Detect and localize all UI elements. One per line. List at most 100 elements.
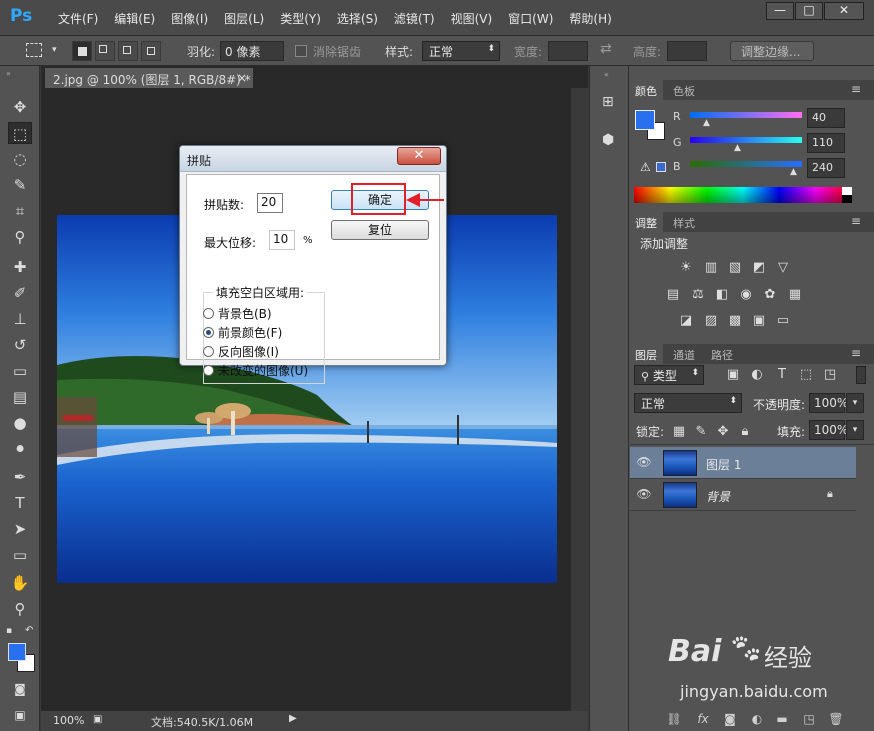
- swap-icon[interactable]: ⇄: [600, 41, 612, 57]
- panel-menu-icon[interactable]: ≡: [851, 346, 861, 360]
- lasso-tool-icon[interactable]: ◌: [8, 148, 32, 170]
- antialias-checkbox[interactable]: [295, 45, 307, 57]
- dodge-tool-icon[interactable]: ⚫: [8, 438, 32, 460]
- close-window-button[interactable]: ✕: [824, 2, 864, 20]
- color-spectrum-bar[interactable]: [634, 187, 852, 203]
- lock-position-icon[interactable]: ✥: [714, 424, 732, 440]
- refine-edge-button[interactable]: 调整边缘...: [730, 41, 814, 61]
- default-colors-icon[interactable]: ▪: [6, 626, 12, 636]
- restore-button[interactable]: □: [795, 2, 823, 20]
- spectrum-white[interactable]: [842, 187, 852, 195]
- max-offset-input[interactable]: 10: [269, 230, 295, 250]
- quick-mask-icon[interactable]: ◙: [8, 678, 32, 700]
- dialog-titlebar[interactable]: 拼贴 ✕: [180, 146, 446, 172]
- green-slider[interactable]: [690, 137, 802, 143]
- filter-pixel-icon[interactable]: ▣: [724, 367, 742, 383]
- crop-tool-icon[interactable]: ⌗: [8, 200, 32, 222]
- screen-mode-icon[interactable]: ▣: [8, 704, 32, 726]
- eraser-tool-icon[interactable]: ▭: [8, 360, 32, 382]
- gradient-tool-icon[interactable]: ▤: [8, 386, 32, 408]
- tiles-input[interactable]: 20: [257, 193, 283, 213]
- tab-paths[interactable]: 路径: [705, 344, 739, 364]
- close-tab-icon[interactable]: ×: [237, 71, 247, 85]
- lock-pixels-icon[interactable]: ✎: [692, 424, 710, 440]
- zoom-level[interactable]: 100%: [53, 714, 84, 727]
- channel-mixer-icon[interactable]: ✿: [761, 287, 779, 303]
- healing-brush-tool-icon[interactable]: ✚: [8, 256, 32, 278]
- visibility-eye-icon[interactable]: 👁︎: [636, 455, 652, 471]
- red-value-input[interactable]: 40: [807, 108, 845, 128]
- blue-value-input[interactable]: 240: [807, 158, 845, 178]
- layer-name[interactable]: 背景: [706, 488, 730, 505]
- reset-button[interactable]: 复位: [331, 220, 429, 240]
- collapse-icon[interactable]: «: [604, 70, 609, 79]
- tab-styles[interactable]: 样式: [667, 212, 701, 232]
- style-select[interactable]: 正常 ⬍: [422, 41, 500, 61]
- gradient-map-icon[interactable]: ▭: [774, 313, 792, 329]
- chevron-down-icon[interactable]: ▾: [846, 393, 864, 413]
- filter-type-icon[interactable]: T: [773, 367, 791, 383]
- layer-row[interactable]: 👁︎ 背景 🔒︎: [630, 479, 856, 511]
- shape-tool-icon[interactable]: ▭: [8, 544, 32, 566]
- slider-thumb-icon[interactable]: ▲: [790, 167, 797, 177]
- path-select-tool-icon[interactable]: ➤: [8, 518, 32, 540]
- quick-select-tool-icon[interactable]: ✎: [8, 174, 32, 196]
- subtract-selection-button[interactable]: [118, 41, 138, 61]
- status-info-icon[interactable]: ▣: [93, 714, 102, 725]
- curves-icon[interactable]: ▧: [726, 260, 744, 276]
- tab-layers[interactable]: 图层: [629, 344, 663, 364]
- menu-help[interactable]: 帮助(H): [561, 10, 619, 27]
- vertical-scrollbar[interactable]: [571, 88, 588, 711]
- menu-window[interactable]: 窗口(W): [500, 10, 561, 27]
- history-brush-tool-icon[interactable]: ↺: [8, 334, 32, 356]
- layer-name[interactable]: 图层 1: [706, 456, 741, 473]
- photo-filter-icon[interactable]: ◉: [737, 287, 755, 303]
- width-input[interactable]: [548, 41, 588, 61]
- threshold-icon[interactable]: ▩: [726, 313, 744, 329]
- chevron-down-icon[interactable]: ▾: [846, 420, 864, 440]
- tab-adjustments[interactable]: 调整: [629, 212, 663, 232]
- filter-toggle[interactable]: [856, 366, 866, 384]
- move-tool-icon[interactable]: ✥: [8, 96, 32, 118]
- spectrum-black[interactable]: [842, 195, 852, 203]
- blend-mode-select[interactable]: 正常 ⬍: [634, 393, 742, 413]
- clone-stamp-tool-icon[interactable]: ⊥: [8, 308, 32, 330]
- blue-slider[interactable]: [690, 161, 802, 167]
- marquee-tool-icon[interactable]: ⬚: [8, 122, 32, 144]
- lock-transparent-icon[interactable]: ▦: [670, 424, 688, 440]
- chevron-down-icon[interactable]: ▾: [52, 45, 57, 55]
- filter-adjustment-icon[interactable]: ◐: [748, 367, 766, 383]
- color-balance-icon[interactable]: ⚖: [689, 287, 707, 303]
- black-white-icon[interactable]: ◧: [713, 287, 731, 303]
- lock-all-icon[interactable]: 🔒︎: [736, 424, 754, 440]
- panel-menu-icon[interactable]: ≡: [851, 214, 861, 228]
- panel-menu-icon[interactable]: ≡: [851, 82, 861, 96]
- opacity-input[interactable]: 100%: [809, 393, 848, 413]
- dialog-close-button[interactable]: ✕: [397, 147, 441, 165]
- filter-smart-object-icon[interactable]: ◳: [821, 367, 839, 383]
- menu-edit[interactable]: 编辑(E): [106, 10, 163, 27]
- tab-swatches[interactable]: 色板: [667, 80, 701, 100]
- fill-foreground-radio[interactable]: [203, 327, 214, 338]
- selective-color-icon[interactable]: ▣: [750, 313, 768, 329]
- fill-inverse-radio[interactable]: [203, 346, 214, 357]
- green-value-input[interactable]: 110: [807, 133, 845, 153]
- history-panel-icon[interactable]: ⊞: [602, 94, 614, 110]
- invert-icon[interactable]: ◪: [677, 313, 695, 329]
- brush-tool-icon[interactable]: ✐: [8, 282, 32, 304]
- marquee-tool-icon[interactable]: [26, 43, 42, 57]
- swap-colors-icon[interactable]: ↶: [25, 625, 33, 636]
- hue-saturation-icon[interactable]: ▤: [664, 287, 682, 303]
- menu-view[interactable]: 视图(V): [443, 10, 501, 27]
- new-selection-button[interactable]: [72, 41, 92, 61]
- type-tool-icon[interactable]: T: [8, 492, 32, 514]
- levels-icon[interactable]: ▥: [702, 260, 720, 276]
- foreground-color-swatch[interactable]: [8, 643, 26, 661]
- menu-layer[interactable]: 图层(L): [216, 10, 272, 27]
- add-selection-button[interactable]: [95, 41, 115, 61]
- fill-unaltered-radio[interactable]: [203, 365, 214, 376]
- color-panel-foreground-swatch[interactable]: [635, 110, 655, 130]
- collapse-icon[interactable]: »: [6, 69, 11, 78]
- eyedropper-tool-icon[interactable]: ⚲: [8, 226, 32, 248]
- layer-row-selected[interactable]: 👁︎ 图层 1: [630, 447, 856, 479]
